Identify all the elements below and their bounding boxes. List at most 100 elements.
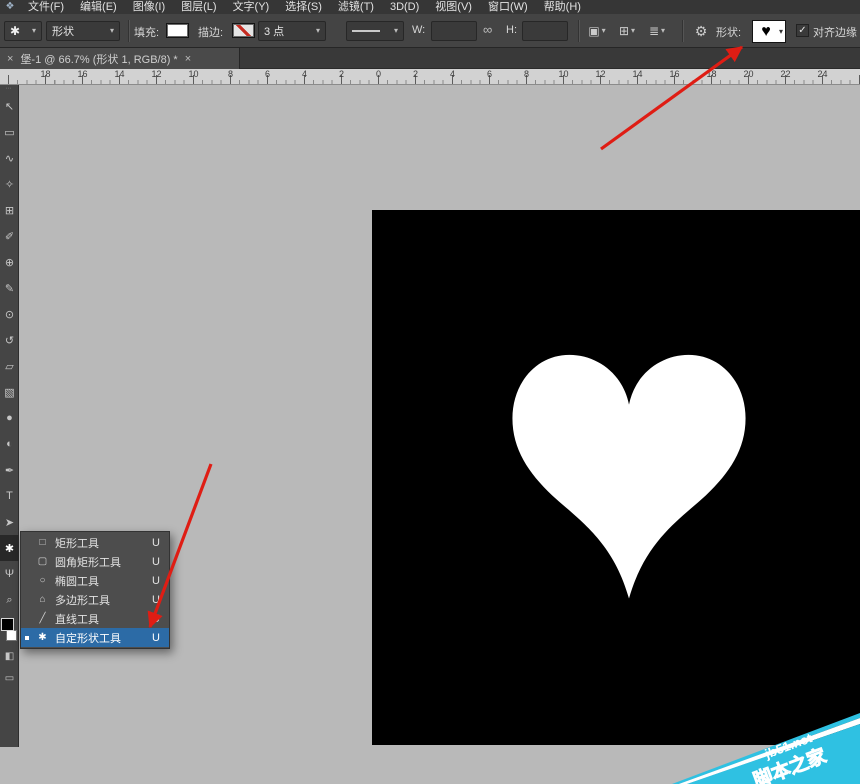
tool-eraser[interactable]: ▱: [0, 353, 19, 379]
menu-item-3d[interactable]: 3D(D): [382, 0, 427, 14]
hand-icon: Ψ: [5, 568, 14, 580]
menu-item-select[interactable]: 选择(S): [277, 0, 330, 14]
tool-quick-select[interactable]: ✧: [0, 171, 19, 197]
tab-close-icon-left[interactable]: ×: [7, 53, 13, 65]
chevron-down-icon: ▾: [311, 27, 320, 35]
fill-color-swatch[interactable]: [166, 23, 189, 38]
tool-gradient[interactable]: ▧: [0, 379, 19, 405]
line-icon: ╱: [36, 614, 49, 624]
tool-crop[interactable]: ⊞: [0, 197, 19, 223]
horizontal-ruler[interactable]: 18 16 14 12 10 8 6 4 2 0 2 4 6 8 10 12 1…: [0, 69, 860, 85]
move-icon: ↖: [5, 100, 14, 113]
foreground-color-swatch[interactable]: [1, 618, 14, 631]
tool-brush[interactable]: ✎: [0, 275, 19, 301]
stroke-color-swatch[interactable]: [232, 23, 255, 38]
path-select-icon: ➤: [5, 516, 14, 529]
height-input[interactable]: [522, 21, 568, 41]
quick-mask-icon: ◧: [5, 651, 14, 662]
flyout-item-custom-shape[interactable]: ✱ 自定形状工具 U: [21, 628, 169, 647]
flyout-item-line[interactable]: ╱ 直线工具 U: [21, 609, 169, 628]
ruler-number: 16: [64, 69, 101, 80]
document-tab-bar: × 堡-1 @ 66.7% (形状 1, RGB/8) * ×: [0, 48, 860, 69]
chevron-down-icon: ▾: [630, 27, 635, 35]
lasso-icon: ∿: [5, 152, 14, 165]
tool-blur[interactable]: ●: [0, 405, 19, 431]
geometry-options-button[interactable]: ⚙: [690, 21, 712, 41]
ellipse-icon: ○: [36, 576, 49, 586]
flyout-item-rectangle[interactable]: □ 矩形工具 U: [21, 533, 169, 552]
stroke-width-field[interactable]: 3 点 ▾: [258, 21, 326, 41]
tool-path-select[interactable]: ➤: [0, 509, 19, 535]
tool-hand[interactable]: Ψ: [0, 561, 19, 587]
tool-zoom[interactable]: ⌕: [0, 587, 19, 613]
ruler-number: 0: [360, 69, 397, 80]
custom-shape-icon: ✱: [36, 633, 49, 643]
flyout-item-ellipse[interactable]: ○ 椭圆工具 U: [21, 571, 169, 590]
width-input[interactable]: [431, 21, 477, 41]
align-edges-checkbox[interactable]: ✓: [796, 24, 809, 37]
app-icon: ❖: [0, 0, 20, 14]
tool-type[interactable]: T: [0, 483, 19, 509]
photoshop-window: { "app": { "icon_glyph": "❖" }, "menu_ba…: [0, 0, 860, 784]
tool-dodge[interactable]: ◐: [0, 431, 19, 457]
tool-lasso[interactable]: ∿: [0, 145, 19, 171]
path-arrangement-button[interactable]: ≣ ▾: [644, 21, 670, 41]
tool-history-brush[interactable]: ↺: [0, 327, 19, 353]
quick-select-icon: ✧: [5, 178, 14, 191]
tool-clone-stamp[interactable]: ⊙: [0, 301, 19, 327]
path-alignment-icon: ⊞: [619, 24, 629, 38]
ruler-number: 22: [767, 69, 804, 80]
menu-item-type[interactable]: 文字(Y): [225, 0, 278, 14]
ruler-numbers: 18 16 14 12 10 8 6 4 2 0 2 4 6 8 10 12 1…: [27, 69, 841, 80]
flyout-item-shortcut: U: [152, 594, 166, 606]
jb51-watermark: jb51.net 脚本之家: [668, 712, 860, 784]
stroke-width-value: 3 点: [264, 23, 284, 39]
path-alignment-button[interactable]: ⊞ ▾: [614, 21, 640, 41]
menu-item-image[interactable]: 图像(I): [125, 0, 173, 14]
flyout-item-label: 椭圆工具: [55, 573, 146, 589]
flyout-item-label: 自定形状工具: [55, 630, 146, 646]
shape-picker[interactable]: ♥ ▾: [752, 20, 786, 43]
healing-brush-icon: ⊕: [5, 256, 14, 269]
menu-item-help[interactable]: 帮助(H): [536, 0, 589, 14]
path-operations-button[interactable]: ▣ ▾: [584, 21, 610, 41]
width-label: W:: [412, 24, 425, 36]
fill-label: 填充:: [134, 24, 159, 40]
background-color-swatch[interactable]: [6, 630, 17, 641]
panel-grip[interactable]: ⋯: [0, 85, 18, 93]
tab-close-icon[interactable]: ×: [185, 53, 191, 65]
menu-item-view[interactable]: 视图(V): [427, 0, 480, 14]
tool-pen[interactable]: ✒: [0, 457, 19, 483]
menu-item-file[interactable]: 文件(F): [20, 0, 72, 14]
quick-mask-button[interactable]: ◧: [0, 645, 19, 667]
menu-item-window[interactable]: 窗口(W): [480, 0, 536, 14]
gradient-icon: ▧: [4, 386, 14, 399]
crop-icon: ⊞: [5, 204, 14, 217]
tool-eyedropper[interactable]: ✐: [0, 223, 19, 249]
link-dimensions-icon[interactable]: ∞: [483, 23, 492, 36]
tool-mode-select[interactable]: 形状 ▾: [46, 21, 120, 41]
stroke-style-select[interactable]: ▾: [346, 21, 404, 41]
tool-healing-brush[interactable]: ⊕: [0, 249, 19, 275]
flyout-item-label: 圆角矩形工具: [55, 554, 146, 570]
flyout-item-polygon[interactable]: ⌂ 多边形工具 U: [21, 590, 169, 609]
screen-mode-button[interactable]: ▭: [0, 667, 19, 689]
flyout-item-rounded-rectangle[interactable]: ▢ 圆角矩形工具 U: [21, 552, 169, 571]
tool-move[interactable]: ↖: [0, 93, 19, 119]
brush-icon: ✎: [5, 282, 14, 295]
tool-marquee[interactable]: ▭: [0, 119, 19, 145]
dodge-icon: ◐: [6, 438, 13, 450]
separator: [128, 20, 129, 42]
tools-panel: ⋯ ↖ ▭ ∿ ✧ ⊞ ✐ ⊕ ✎ ⊙ ↺ ▱ ▧ ● ◐ ✒ T ➤ ✱ Ψ …: [0, 85, 19, 747]
tool-custom-shape[interactable]: ✱: [0, 535, 19, 561]
stroke-label: 描边:: [198, 24, 223, 40]
history-brush-icon: ↺: [5, 334, 14, 347]
ruler-number: 4: [286, 69, 323, 80]
menu-item-filter[interactable]: 滤镜(T): [330, 0, 382, 14]
tool-preset-picker[interactable]: ✱ ▾: [4, 21, 42, 41]
document-canvas[interactable]: [372, 210, 860, 745]
ruler-number: 6: [471, 69, 508, 80]
menu-item-edit[interactable]: 编辑(E): [72, 0, 125, 14]
menu-item-layer[interactable]: 图层(L): [173, 0, 224, 14]
document-tab[interactable]: × 堡-1 @ 66.7% (形状 1, RGB/8) * ×: [0, 48, 240, 69]
